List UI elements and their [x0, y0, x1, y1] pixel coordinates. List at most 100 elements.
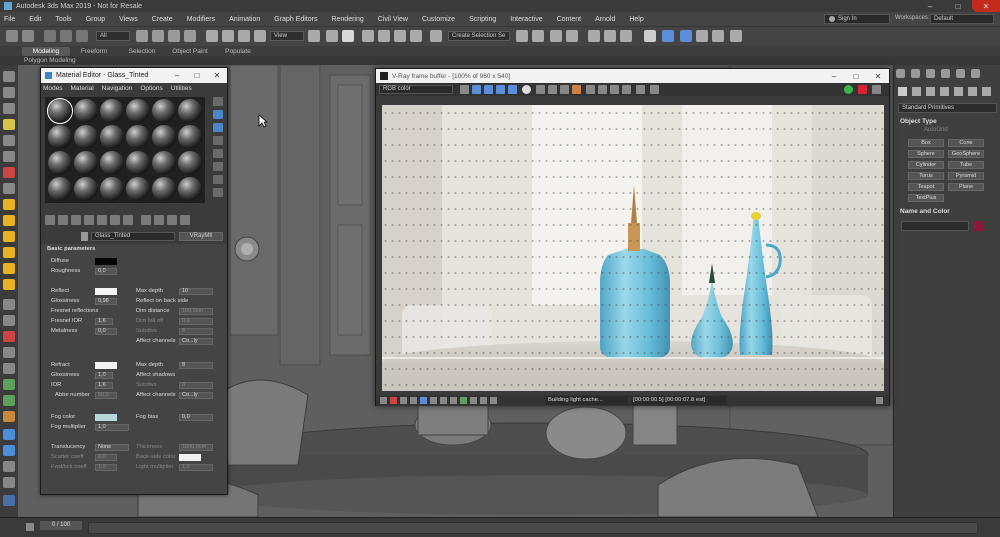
rectangular-selection-icon[interactable]	[168, 30, 180, 42]
minimize-icon[interactable]: –	[823, 72, 845, 81]
close-icon[interactable]: ✕	[207, 71, 227, 80]
menu-graph-editors[interactable]: Graph Editors	[274, 16, 317, 23]
spinner-snap-icon[interactable]	[410, 30, 422, 42]
menu-group[interactable]: Group	[86, 16, 105, 23]
thickness-field[interactable]: 1000,0cm	[179, 444, 213, 451]
stereo-icon[interactable]	[490, 397, 497, 404]
toon-icon[interactable]	[3, 461, 15, 472]
object-color-swatch[interactable]	[974, 221, 984, 231]
reflect-color-swatch[interactable]	[95, 288, 117, 295]
shapes-icon[interactable]	[912, 87, 921, 96]
minimize-icon[interactable]: –	[916, 0, 944, 12]
bind-space-warp-icon[interactable]	[76, 30, 88, 42]
teapot-button[interactable]: Teapot	[908, 183, 944, 191]
mirror-icon[interactable]	[516, 30, 528, 42]
autogrid-checkbox[interactable]: AutoGrid	[924, 127, 948, 133]
reflect-back-side-checkbox[interactable]: Reflect on back side	[136, 298, 188, 304]
material-sample-slot[interactable]	[100, 177, 124, 201]
ambient-light-icon[interactable]	[3, 247, 15, 258]
space-warps-icon[interactable]	[968, 87, 977, 96]
reference-coordinate-select[interactable]: View	[270, 31, 304, 41]
vray-render-icon[interactable]	[730, 30, 742, 42]
create-icon[interactable]	[3, 71, 15, 82]
layers-icon[interactable]	[3, 103, 15, 114]
menu-scripting[interactable]: Scripting	[469, 16, 496, 23]
plane-icon[interactable]	[3, 331, 15, 342]
menu-content[interactable]: Content	[557, 16, 582, 23]
hierarchy-tab-icon[interactable]	[926, 69, 935, 78]
viewport-layout-icon[interactable]	[3, 495, 15, 506]
menu-civil-view[interactable]: Civil View	[378, 16, 408, 23]
edit-named-selection-icon[interactable]	[430, 30, 442, 42]
green-channel-icon[interactable]	[484, 85, 493, 94]
primitive-category-select[interactable]: Standard Primitives	[898, 103, 997, 113]
material-sample-slot[interactable]	[126, 99, 150, 123]
light-icon[interactable]	[3, 119, 15, 130]
menu-interactive[interactable]: Interactive	[510, 16, 542, 23]
texture-icon[interactable]	[3, 445, 15, 456]
video-color-check-icon[interactable]	[213, 149, 223, 158]
roughness-field[interactable]: 0,0	[95, 268, 117, 275]
material-id-icon[interactable]	[123, 215, 133, 225]
go-to-parent-icon[interactable]	[167, 215, 177, 225]
named-selection-set-select[interactable]: Create Selection Se	[448, 31, 510, 41]
sample-type-icon[interactable]	[213, 97, 223, 106]
rendered-frame-window-icon[interactable]	[662, 30, 674, 42]
stop-render-icon[interactable]	[636, 85, 645, 94]
time-slider[interactable]: 0 / 100	[40, 521, 82, 530]
geosphere-button[interactable]: GeoSphere	[948, 150, 984, 158]
menu-options[interactable]: Options	[140, 85, 162, 92]
material-sample-slot[interactable]	[48, 125, 72, 149]
scene-explorer-icon[interactable]	[3, 87, 15, 98]
hierarchy-icon[interactable]	[3, 135, 15, 146]
tube-button[interactable]: Tube	[948, 161, 984, 169]
menu-help[interactable]: Help	[629, 16, 643, 23]
window-crossing-icon[interactable]	[184, 30, 196, 42]
angle-snap-icon[interactable]	[378, 30, 390, 42]
track-bar[interactable]	[88, 522, 978, 534]
proxy-icon[interactable]	[3, 299, 15, 310]
material-sample-slot[interactable]	[152, 99, 176, 123]
metalness-field[interactable]: 0,0	[95, 328, 117, 335]
render-in-cloud-icon[interactable]	[712, 30, 724, 42]
box-button[interactable]: Box	[908, 139, 944, 147]
abbe-number-field[interactable]: 50,0	[95, 392, 117, 399]
select-by-material-icon[interactable]	[213, 188, 223, 197]
ocio-icon[interactable]	[470, 397, 477, 404]
vrscene-icon[interactable]	[3, 379, 15, 390]
dim-distance-checkbox[interactable]: Dim distance	[136, 308, 170, 314]
select-manipulate-icon[interactable]	[326, 30, 338, 42]
refract-affect-channels-select[interactable]: Co...ly	[179, 392, 213, 399]
reflect-glossiness-field[interactable]: 0,98	[95, 298, 117, 305]
material-sample-slot[interactable]	[47, 98, 73, 124]
undo-icon[interactable]	[6, 30, 18, 42]
utilities-tab-icon[interactable]	[971, 69, 980, 78]
dim-fall-off-field[interactable]: 0,0	[179, 318, 213, 325]
affect-shadows-checkbox[interactable]: Affect shadows	[136, 372, 175, 378]
fog-color-swatch[interactable]	[95, 414, 117, 421]
reflect-max-depth-field[interactable]: 10	[179, 288, 213, 295]
put-to-scene-icon[interactable]	[58, 215, 68, 225]
clear-image-icon[interactable]	[560, 85, 569, 94]
basic-parameters-title[interactable]: Basic parameters	[47, 246, 95, 252]
show-shaded-icon[interactable]	[141, 215, 151, 225]
material-sample-slot[interactable]	[178, 99, 202, 123]
cone-button[interactable]: Cone	[948, 139, 984, 147]
pivot-center-icon[interactable]	[308, 30, 320, 42]
reset-map-icon[interactable]	[84, 215, 94, 225]
material-sample-slot[interactable]	[152, 151, 176, 175]
material-icon[interactable]	[3, 183, 15, 194]
select-object-icon[interactable]	[136, 30, 148, 42]
tab-selection[interactable]: Selection	[118, 48, 166, 55]
expand-icon[interactable]	[876, 397, 883, 404]
ior-field[interactable]: 1,6	[95, 382, 113, 389]
render-channel-select[interactable]: RGB color	[379, 85, 453, 94]
red-channel-icon[interactable]	[472, 85, 481, 94]
save-image-icon[interactable]	[460, 85, 469, 94]
material-sample-slot[interactable]	[100, 125, 124, 149]
menu-customize[interactable]: Customize	[422, 16, 455, 23]
abbe-number-checkbox[interactable]: Abbe number	[55, 392, 90, 398]
torus-button[interactable]: Torus	[908, 172, 944, 180]
material-sample-slot[interactable]	[152, 177, 176, 201]
fresnel-reflections-checkbox[interactable]: Fresnel reflections	[51, 308, 98, 314]
